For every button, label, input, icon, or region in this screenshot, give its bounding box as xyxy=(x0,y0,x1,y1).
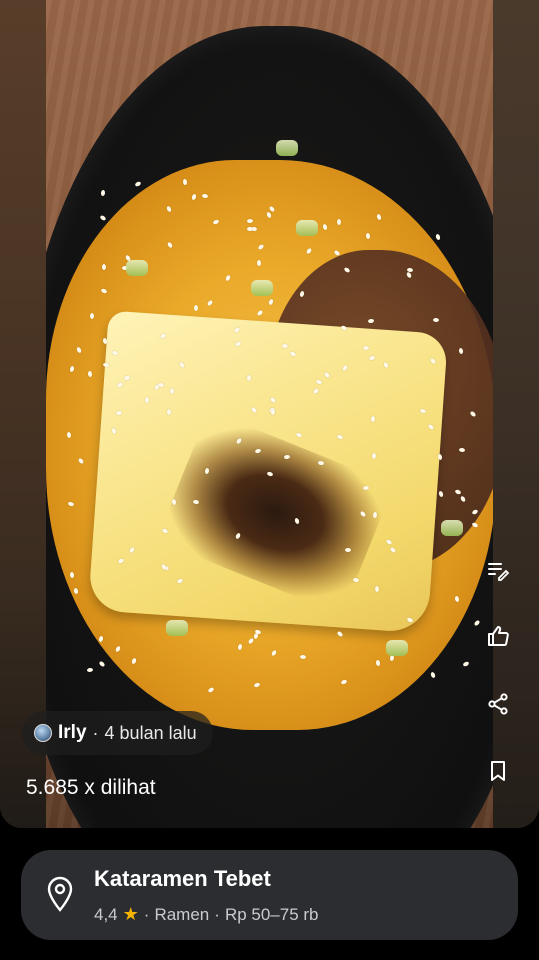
place-rating: 4,4 xyxy=(94,904,118,924)
scallion-slice xyxy=(166,620,188,636)
sesame-seed xyxy=(101,263,107,270)
like-icon xyxy=(488,626,509,646)
place-meta: 4,4 ★ · Ramen · Rp 50–75 rb xyxy=(94,904,319,925)
separator: · xyxy=(214,904,220,924)
sesame-seed xyxy=(282,343,289,348)
photo-blur-left xyxy=(0,0,46,828)
place-price: Rp 50–75 rb xyxy=(224,904,319,924)
author-name: Irly xyxy=(58,722,87,743)
scallion-slice xyxy=(296,220,318,236)
star-icon: ★ xyxy=(122,904,139,924)
location-pin-icon xyxy=(47,876,73,912)
photo-torched-spot xyxy=(156,410,395,615)
scallion-slice xyxy=(441,520,463,536)
sesame-seed xyxy=(157,382,164,388)
sesame-seed xyxy=(90,312,95,319)
author-chip[interactable]: Irly · 4 bulan lalu xyxy=(22,711,213,755)
scallion-slice xyxy=(276,140,298,156)
sesame-seed xyxy=(169,388,174,395)
scallion-slice xyxy=(126,260,148,276)
separator: · xyxy=(143,904,150,924)
separator: · xyxy=(92,722,99,743)
sesame-seed xyxy=(246,226,253,231)
sesame-seed xyxy=(374,585,379,592)
sesame-seed xyxy=(299,654,306,660)
post-time: 4 bulan lalu xyxy=(104,722,197,743)
place-name: Kataramen Tebet xyxy=(94,866,271,891)
like-button[interactable] xyxy=(480,618,516,654)
food-photo xyxy=(46,0,493,828)
sesame-seed xyxy=(336,218,341,225)
bookmark-icon xyxy=(491,761,505,781)
place-card[interactable]: Kataramen Tebet 4,4 ★ · Ramen · Rp 50–75… xyxy=(21,850,518,940)
share-icon xyxy=(488,693,508,715)
place-category: Ramen xyxy=(154,904,210,924)
view-count: 5.685 x dilihat xyxy=(26,776,156,799)
avatar xyxy=(34,724,52,742)
scallion-slice xyxy=(386,640,408,656)
edit-caption-icon xyxy=(488,563,510,581)
sesame-seed xyxy=(171,498,177,506)
bookmark-button[interactable] xyxy=(480,753,516,789)
edit-caption-button[interactable] xyxy=(480,552,516,588)
sesame-seed xyxy=(100,189,105,197)
sesame-seed xyxy=(365,232,370,239)
sesame-seed xyxy=(193,305,198,312)
scallion-slice xyxy=(251,280,273,296)
share-button[interactable] xyxy=(480,686,516,722)
photo-viewer[interactable]: Irly · 4 bulan lalu 5.685 x dilihat xyxy=(0,0,539,828)
